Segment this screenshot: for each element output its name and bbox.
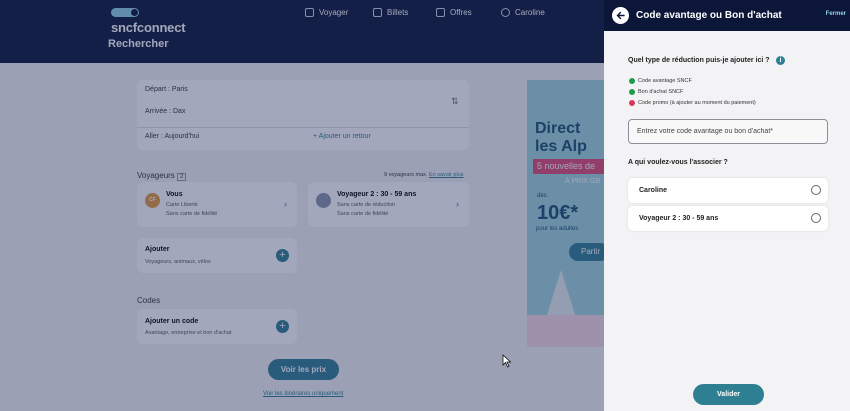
associate-question: A qui voulez-vous l'associer ?: [628, 159, 728, 166]
option-label: Caroline: [639, 187, 668, 194]
traveler-option-voyageur-2[interactable]: Voyageur 2 : 30 - 59 ans: [628, 206, 828, 231]
radio-button[interactable]: [811, 185, 821, 195]
discount-code-panel: Code avantage ou Bon d'achat Fermer Quel…: [604, 0, 850, 411]
bullet-label: Code avantage SNCF: [638, 78, 692, 84]
code-input[interactable]: [628, 119, 828, 144]
bullet-label: Bon d'achat SNCF: [638, 89, 684, 95]
back-button[interactable]: [612, 7, 629, 24]
validate-button[interactable]: Valider: [693, 384, 764, 405]
check-icon: [629, 89, 635, 95]
panel-header: Code avantage ou Bon d'achat Fermer: [604, 0, 850, 31]
traveler-option-caroline[interactable]: Caroline: [628, 178, 828, 203]
allowed-item: Code avantage SNCF: [629, 78, 692, 84]
disallowed-item: Code promo (à ajouter au moment du paiem…: [629, 100, 756, 106]
check-icon: [629, 78, 635, 84]
reduction-type-question: Quel type de réduction puis-je ajouter i…: [628, 57, 770, 64]
close-button[interactable]: Fermer: [826, 11, 846, 17]
bullet-label: Code promo (à ajouter au moment du paiem…: [638, 100, 756, 106]
modal-backdrop[interactable]: [0, 0, 604, 411]
allowed-item: Bon d'achat SNCF: [629, 89, 683, 95]
arrow-left-icon: [616, 11, 625, 20]
info-icon[interactable]: i: [776, 56, 785, 65]
cross-icon: [629, 100, 635, 106]
panel-title: Code avantage ou Bon d'achat: [636, 10, 782, 21]
option-label: Voyageur 2 : 30 - 59 ans: [639, 215, 719, 222]
radio-button[interactable]: [811, 213, 821, 223]
